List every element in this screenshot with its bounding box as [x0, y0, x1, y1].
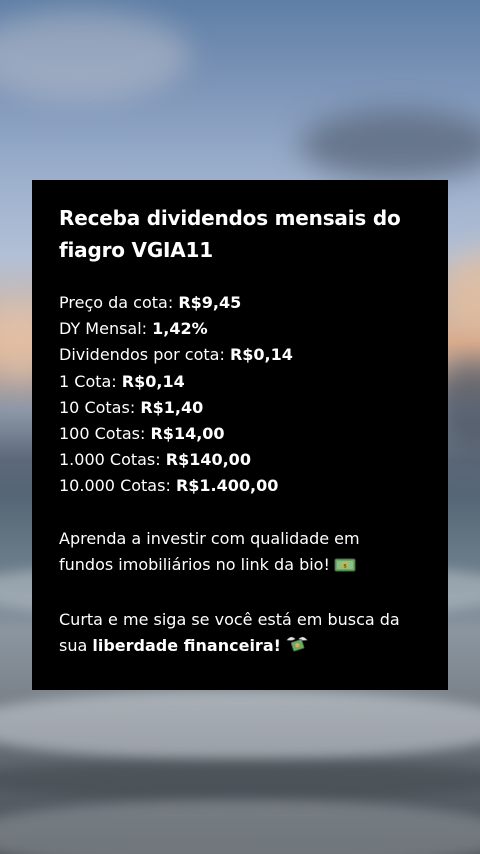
wave-foam [0, 800, 480, 854]
stat-value: R$0,14 [121, 371, 185, 391]
stat-value: R$0,14 [229, 345, 293, 365]
cta-line: fundos imobiliários no link da bio! $ [59, 552, 422, 581]
cta-line-text: sua [59, 635, 88, 655]
cloud-shape [0, 10, 190, 100]
stat-label: DY Mensal: [59, 319, 148, 339]
stat-row: Preço da cota: R$9,45 [59, 290, 422, 316]
stat-value: 1,42% [152, 319, 208, 339]
money-with-wings-icon [285, 634, 309, 662]
background-beach-photo: Receba dividendos mensais do fiagro VGIA… [0, 0, 480, 854]
money-bill-icon: $ [334, 555, 356, 581]
stat-row: 10.000 Cotas: R$1.400,00 [59, 473, 422, 499]
svg-text:$: $ [343, 563, 347, 569]
cta-line-text: fundos imobiliários no link da bio! [59, 554, 330, 574]
stat-value: R$9,45 [178, 293, 242, 312]
stat-label: 10.000 Cotas: [59, 476, 171, 496]
cta-follow-paragraph: Curta e me siga se você está em busca da… [59, 607, 422, 662]
stat-value: R$14,00 [150, 424, 225, 444]
card-title: Receba dividendos mensais do fiagro VGIA… [59, 206, 401, 262]
stat-row: DY Mensal: 1,42% [59, 316, 422, 342]
stat-label: 10 Cotas: [59, 397, 136, 417]
stat-row: 1.000 Cotas: R$140,00 [59, 447, 422, 473]
stat-label: Preço da cota: [59, 293, 174, 312]
cta-line: sua liberdade financeira! [59, 633, 422, 662]
cta-line: Aprenda a investir com qualidade em [59, 528, 360, 548]
stat-label: Dividendos por cota: [59, 345, 225, 365]
stat-value: R$1.400,00 [175, 476, 279, 496]
stat-value: R$1,40 [140, 397, 204, 417]
stat-label: 1.000 Cotas: [59, 450, 161, 470]
stats-list: Preço da cota: R$9,45 DY Mensal: 1,42% D… [59, 290, 422, 500]
info-card: Receba dividendos mensais do fiagro VGIA… [32, 180, 448, 690]
stat-value: R$140,00 [165, 450, 251, 470]
stat-label: 1 Cota: [59, 371, 117, 391]
cta-highlight: liberdade financeira! [92, 635, 281, 655]
stat-row: 10 Cotas: R$1,40 [59, 395, 422, 421]
stat-label: 100 Cotas: [59, 424, 146, 444]
stat-row: 1 Cota: R$0,14 [59, 369, 422, 395]
cta-learn-paragraph: Aprenda a investir com qualidade em fund… [59, 526, 422, 581]
stat-row: Dividendos por cota: R$0,14 [59, 342, 422, 368]
wave-foam [0, 760, 480, 800]
stat-row: 100 Cotas: R$14,00 [59, 421, 422, 447]
cta-line: Curta e me siga se você está em busca da [59, 609, 400, 629]
wave-foam [0, 690, 480, 760]
cloud-shape [300, 110, 480, 180]
